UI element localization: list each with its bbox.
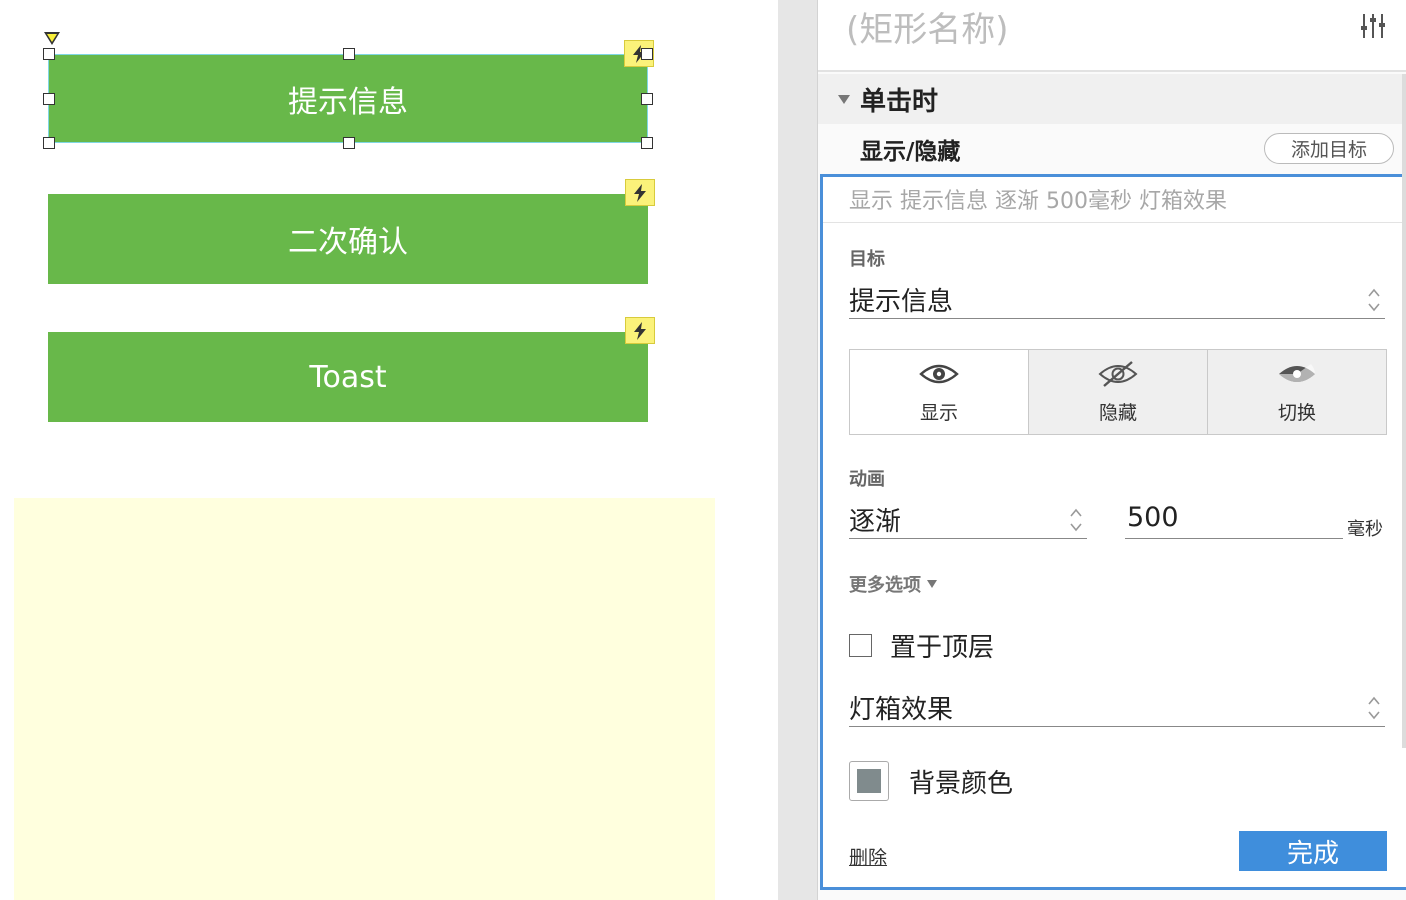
action-summary: 显示 提示信息 逐渐 500毫秒 灯箱效果 xyxy=(823,177,1406,223)
panel-scrollbar[interactable] xyxy=(1402,74,1406,748)
animation-section-label: 动画 xyxy=(849,469,885,490)
widget-label: 二次确认 xyxy=(288,225,408,260)
lightbox-overlay-area[interactable] xyxy=(14,498,715,900)
eye-toggle-icon xyxy=(1279,363,1315,382)
widget-confirm[interactable]: 二次确认 xyxy=(48,179,655,284)
duration-unit-label: 毫秒 xyxy=(1347,519,1383,540)
widget-tip-message[interactable]: 提示信息 xyxy=(48,40,654,143)
visibility-option-label: 隐藏 xyxy=(1098,401,1137,424)
eye-slash-icon xyxy=(1098,360,1138,387)
visibility-toggle-group: 显示 隐藏 切换 xyxy=(849,349,1387,435)
select-arrows-icon xyxy=(1368,696,1380,720)
lightbox-effect-value: 灯箱效果 xyxy=(849,695,954,725)
delete-action-link[interactable]: 删除 xyxy=(849,843,887,870)
sliders-icon[interactable] xyxy=(1360,12,1386,40)
widget-label: Toast xyxy=(309,359,387,395)
event-label: 单击时 xyxy=(860,86,939,117)
resize-handle-top-left[interactable] xyxy=(43,48,55,60)
widget-toast[interactable]: Toast xyxy=(48,317,655,422)
resize-handle-left[interactable] xyxy=(43,93,55,105)
lightbox-effect-select[interactable]: 灯箱效果 xyxy=(849,689,1385,727)
lightning-icon[interactable] xyxy=(625,179,655,206)
shape-name-row xyxy=(818,0,1406,72)
add-target-button[interactable]: 添加目标 xyxy=(1264,133,1394,164)
background-color-option: 背景颜色 xyxy=(849,761,1013,801)
interaction-panel: 单击时 显示/隐藏 添加目标 显示 提示信息 逐渐 500毫秒 灯箱效果 目标 … xyxy=(818,0,1406,900)
background-color-swatch[interactable] xyxy=(849,761,889,801)
action-show-hide-header[interactable]: 显示/隐藏 添加目标 xyxy=(818,124,1406,174)
more-options-label: 更多选项 xyxy=(849,575,921,596)
bring-to-front-option[interactable]: 置于顶层 xyxy=(849,627,994,664)
resize-handle-bottom-right[interactable] xyxy=(641,137,653,149)
design-canvas[interactable]: 提示信息 二次确认 Toast xyxy=(0,0,778,900)
select-arrows-icon xyxy=(1070,508,1082,532)
widget-label: 提示信息 xyxy=(288,84,408,120)
action-editor: 显示 提示信息 逐渐 500毫秒 灯箱效果 目标 提示信息 显示 隐藏 切换 动… xyxy=(820,174,1406,890)
shape-name-input[interactable] xyxy=(846,10,1326,50)
visibility-show-button[interactable]: 显示 xyxy=(850,350,1028,434)
collapse-triangle-icon xyxy=(838,94,850,104)
visibility-toggle-button[interactable]: 切换 xyxy=(1207,350,1386,434)
background-color-label: 背景颜色 xyxy=(909,768,1014,799)
target-select[interactable]: 提示信息 xyxy=(849,281,1385,319)
event-onclick-header[interactable]: 单击时 xyxy=(818,74,1406,124)
animation-type-select[interactable]: 逐渐 xyxy=(849,501,1087,539)
visibility-option-label: 切换 xyxy=(1277,401,1316,424)
app-window: 提示信息 二次确认 Toast (矩形名称) 单击时 显示/隐藏 添加目标 显示… xyxy=(0,0,1406,900)
eye-icon xyxy=(919,364,959,383)
bring-to-front-label: 置于顶层 xyxy=(890,633,995,663)
resize-handle-top[interactable] xyxy=(343,48,355,60)
action-label: 显示/隐藏 xyxy=(860,139,961,165)
visibility-option-label: 显示 xyxy=(919,401,958,424)
filter-funnel-icon[interactable] xyxy=(44,32,60,45)
lightning-icon[interactable] xyxy=(625,317,655,344)
animation-duration-input[interactable] xyxy=(1125,497,1343,539)
animation-type-value: 逐渐 xyxy=(849,507,902,537)
resize-handle-top-right[interactable] xyxy=(641,48,653,60)
target-section-label: 目标 xyxy=(849,249,885,270)
done-button[interactable]: 完成 xyxy=(1239,831,1387,871)
bring-to-front-checkbox[interactable] xyxy=(849,634,872,657)
resize-handle-bottom[interactable] xyxy=(343,137,355,149)
panel-splitter[interactable] xyxy=(778,0,818,900)
resize-handle-right[interactable] xyxy=(641,93,653,105)
target-select-value: 提示信息 xyxy=(849,287,954,317)
resize-handle-bottom-left[interactable] xyxy=(43,137,55,149)
dropdown-triangle-icon xyxy=(927,580,937,588)
select-arrows-icon xyxy=(1368,288,1380,312)
color-swatch-fill xyxy=(857,769,881,793)
more-options-toggle[interactable]: 更多选项 xyxy=(849,571,937,597)
visibility-hide-button[interactable]: 隐藏 xyxy=(1028,350,1207,434)
